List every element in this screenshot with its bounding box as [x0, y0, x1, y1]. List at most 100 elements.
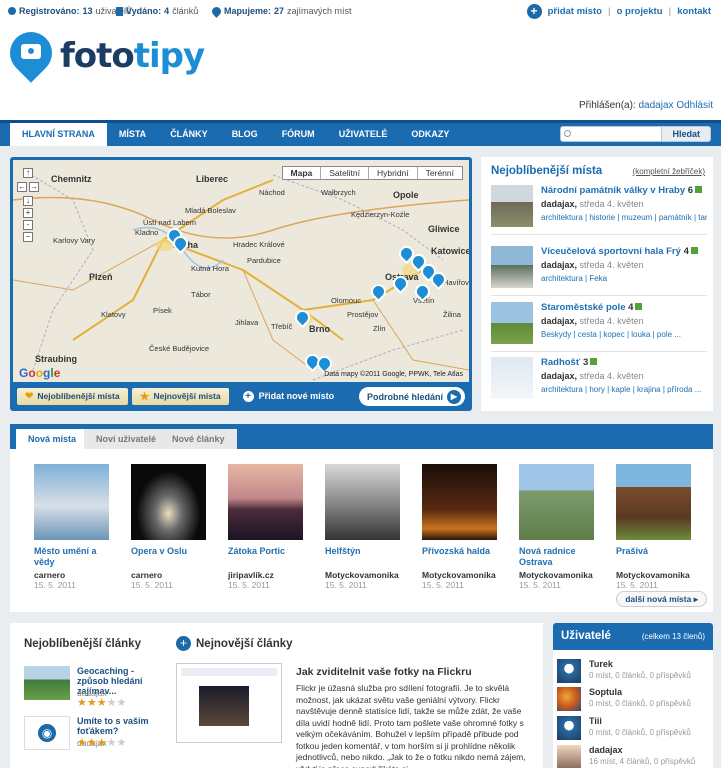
place-name[interactable]: Národní památník války v Hraby 6: [541, 185, 707, 196]
map-label: Jihlava: [235, 318, 259, 327]
new-place-thumbnail[interactable]: [34, 464, 109, 540]
article-thumbnail[interactable]: ◉: [24, 716, 70, 750]
new-place-thumbnail[interactable]: [228, 464, 303, 540]
thumb-up-icon: [695, 186, 703, 193]
map-type-map[interactable]: Mapa: [283, 167, 321, 179]
place-tags[interactable]: architektura | Feka: [541, 274, 707, 283]
pan-up-button[interactable]: ↑: [23, 168, 33, 178]
new-place-name[interactable]: Helfštýn: [325, 546, 400, 570]
user-name[interactable]: Tiii: [589, 716, 602, 726]
map-type-terrain[interactable]: Terénní: [416, 167, 462, 179]
map-label: Prostějov: [347, 310, 379, 319]
contact-link[interactable]: kontakt: [677, 6, 711, 17]
user-name[interactable]: dadajax: [589, 745, 623, 755]
article-title[interactable]: Umíte to s vaším foťákem?: [77, 716, 167, 736]
map-type-hybrid[interactable]: Hybridní: [367, 167, 417, 179]
favorite-places-button[interactable]: ❤ Nejoblíbenější místa: [17, 387, 128, 405]
login-user-link[interactable]: dadajax: [639, 100, 674, 111]
avatar[interactable]: [557, 687, 581, 711]
nav-item-home[interactable]: HLAVNÍ STRANA: [10, 123, 107, 146]
logout-link[interactable]: Odhlásit: [676, 100, 713, 111]
nav-item-articles[interactable]: ČLÁNKY: [158, 123, 220, 146]
search-button[interactable]: Hledat: [662, 126, 711, 142]
new-place-thumbnail[interactable]: [422, 464, 497, 540]
advanced-search-label: Podrobné hledání: [366, 391, 443, 402]
nav-item-forum[interactable]: FÓRUM: [270, 123, 327, 146]
new-place-thumbnail[interactable]: [131, 464, 206, 540]
newest-article-thumbnail[interactable]: [176, 663, 282, 743]
zoom-level-marker[interactable]: -: [23, 220, 33, 230]
tab-new-places[interactable]: Nová místa: [16, 429, 89, 449]
new-place-user[interactable]: Motyckovamonika: [422, 570, 497, 580]
tab-new-users[interactable]: Noví uživatelé: [84, 429, 169, 449]
article-thumbnail[interactable]: [24, 666, 70, 700]
place-meta: dadajax, středa 4. květen: [541, 371, 644, 381]
pan-down-button[interactable]: ↓: [23, 196, 33, 206]
zoom-out-button[interactable]: −: [23, 232, 33, 242]
camera-pin-icon: ◉: [38, 724, 56, 742]
search-input[interactable]: [560, 126, 663, 142]
nav-item-places[interactable]: MÍSTA: [107, 123, 158, 146]
add-place-link[interactable]: přidat místo: [548, 6, 602, 17]
new-place-name[interactable]: Nová radnice Ostrava: [519, 546, 594, 570]
place-name[interactable]: Víceučelová sportovní hala Frý 4: [541, 246, 707, 257]
place-tags[interactable]: architektura | historie | muzeum | památ…: [541, 213, 707, 222]
map-label: Písek: [153, 306, 172, 315]
map-view[interactable]: Chemnitz Liberec Náchod Wałbrzych Opole …: [13, 160, 469, 382]
new-place-thumbnail[interactable]: [325, 464, 400, 540]
place-like-count: 6: [687, 185, 694, 196]
tab-new-articles[interactable]: Nové články: [160, 429, 237, 449]
camera-pin-logo-icon: [1, 23, 61, 83]
place-name[interactable]: Staroměstské pole 4: [541, 302, 707, 313]
place-thumbnail[interactable]: [491, 302, 533, 344]
header: fototipy Přihlášen(a): dadajax Odhlásit: [0, 23, 721, 120]
newest-article-title[interactable]: Jak zviditelnit vaše fotky na Flickru: [296, 666, 472, 678]
newest-places-button[interactable]: ★ Nejnovější místa: [131, 387, 229, 405]
place-thumbnail[interactable]: [491, 246, 533, 288]
place-name-text: Radhošť: [541, 357, 581, 368]
new-place-thumbnail[interactable]: [616, 464, 691, 540]
new-place-name[interactable]: Přívozská halda: [422, 546, 497, 570]
place-meta: dadajax, středa 4. květen: [541, 316, 644, 326]
place-thumbnail[interactable]: [491, 185, 533, 227]
new-place-user[interactable]: jiripavlik.cz: [228, 570, 303, 580]
new-place-user[interactable]: Motyckovamonika: [616, 570, 691, 580]
new-place-user[interactable]: carnero: [34, 570, 109, 580]
pan-left-button[interactable]: ←: [17, 182, 27, 192]
new-place-name[interactable]: Město umění a vědy: [34, 546, 109, 570]
map-type-satellite[interactable]: Satelitní: [320, 167, 368, 179]
place-meta: dadajax, středa 4. květen: [541, 199, 644, 209]
place-tags[interactable]: Beskydy | cesta | kopec | louka | pole .…: [541, 330, 707, 339]
add-new-place-link[interactable]: + Přidat nové místo: [242, 390, 334, 402]
place-thumbnail[interactable]: [491, 357, 533, 399]
avatar[interactable]: [557, 745, 581, 768]
logo[interactable]: fototipy: [1, 23, 205, 83]
pan-right-button[interactable]: →: [29, 182, 39, 192]
new-place-user[interactable]: carnero: [131, 570, 206, 580]
place-tags[interactable]: architektura | hory | kaple | krajina | …: [541, 385, 707, 394]
about-link[interactable]: o projektu: [617, 6, 663, 17]
new-place-user[interactable]: Motyckovamonika: [519, 570, 594, 580]
map-label: Zlín: [373, 324, 386, 333]
new-place-user[interactable]: Motyckovamonika: [325, 570, 400, 580]
new-place-name[interactable]: Opera v Oslu: [131, 546, 206, 570]
avatar[interactable]: [557, 716, 581, 740]
new-place-thumbnail[interactable]: [519, 464, 594, 540]
new-place-name[interactable]: Prašivá: [616, 546, 691, 570]
place-name[interactable]: Radhošť 3: [541, 357, 707, 368]
place-name-text: Víceučelová sportovní hala Frý: [541, 246, 681, 257]
avatar[interactable]: [557, 659, 581, 683]
new-place-item: Helfštýn Motyckovamonika 15. 5. 2011: [325, 464, 400, 590]
map-label: Brno: [309, 324, 330, 334]
nav-item-blog[interactable]: BLOG: [220, 123, 270, 146]
user-name[interactable]: Turek: [589, 659, 613, 669]
nav-item-users[interactable]: UŽIVATELÉ: [327, 123, 400, 146]
add-place-icon[interactable]: +: [526, 4, 542, 19]
advanced-search-button[interactable]: Podrobné hledání ▶: [358, 387, 465, 406]
zoom-in-button[interactable]: +: [23, 208, 33, 218]
more-new-places-button[interactable]: další nová místa ▸: [616, 591, 707, 607]
full-chart-link[interactable]: (kompletní žebříček): [633, 167, 705, 176]
user-name[interactable]: Soptula: [589, 687, 622, 697]
new-place-name[interactable]: Zátoka Portic: [228, 546, 303, 570]
nav-item-links[interactable]: ODKAZY: [399, 123, 461, 146]
